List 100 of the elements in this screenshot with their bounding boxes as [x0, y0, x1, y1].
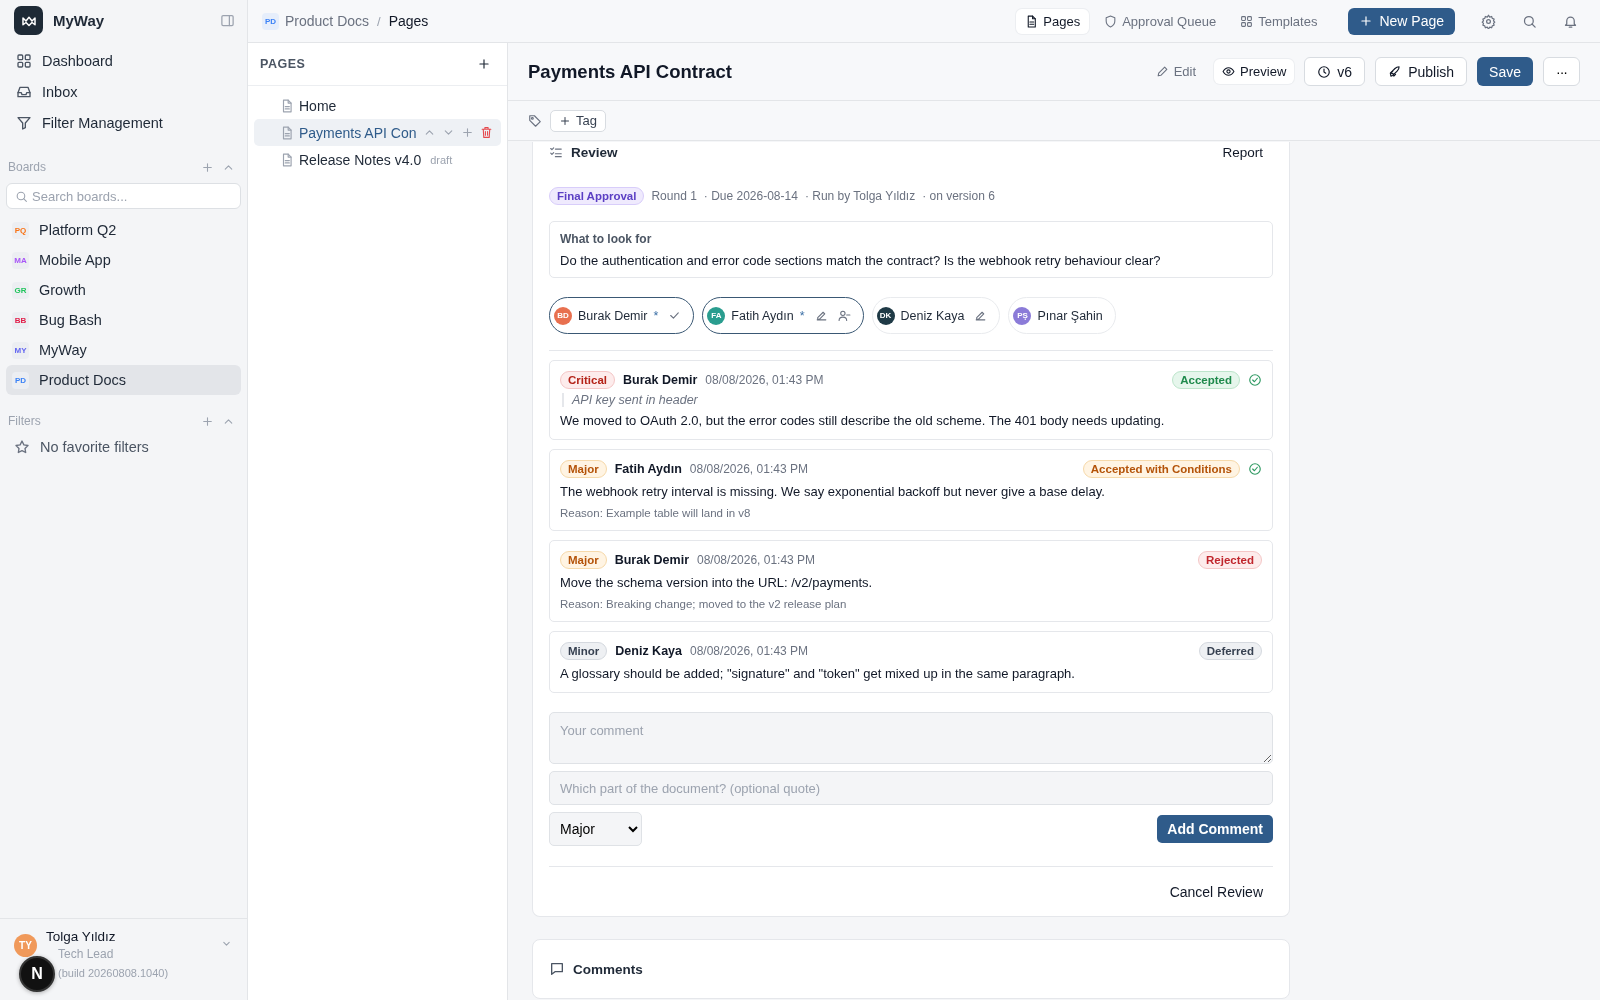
empty-filters-text: No favorite filters	[40, 439, 149, 455]
comment-author: Burak Demir	[614, 553, 689, 567]
page-title: Payments API Contract	[528, 60, 733, 83]
document-icon	[280, 152, 294, 167]
reviewer-avatar: FA	[707, 306, 726, 325]
document-icon	[280, 98, 294, 113]
page-item[interactable]: Release Notes v4.0 draft	[254, 146, 501, 173]
required-mark: *	[799, 308, 805, 323]
grid-icon	[1240, 14, 1254, 28]
page-item[interactable]: Home	[254, 92, 501, 119]
add-tag-button[interactable]: Tag	[550, 109, 606, 132]
eye-icon	[1222, 65, 1236, 78]
board-badge: MY	[12, 341, 29, 359]
comment-author: Burak Demir	[623, 373, 698, 387]
comment-text: We moved to OAuth 2.0, but the error codes still describe the old scheme. The 401 body needs updating.	[560, 413, 1166, 428]
breadcrumb-link[interactable]: Product Docs	[285, 13, 370, 29]
board-badge: PQ	[12, 221, 29, 239]
nav-tab[interactable]: Templates	[1231, 8, 1327, 34]
status-badge: Rejected	[1198, 551, 1262, 569]
document-icon	[1025, 14, 1039, 28]
plus-icon	[559, 114, 571, 127]
reviewer-avatar: BD	[554, 306, 572, 325]
page-item[interactable]: Payments API Con	[254, 119, 501, 146]
severity-badge: Critical	[560, 371, 615, 389]
trash-icon[interactable]	[480, 126, 493, 139]
section-title: Review	[571, 144, 619, 160]
draft-label: draft	[430, 153, 454, 166]
remove-user-icon[interactable]	[837, 309, 851, 322]
guidance-text: Do the authentication and error code sections match the contract? Is the webhook retry behaviour clear?	[560, 253, 1162, 268]
tag-icon	[528, 113, 542, 128]
comment-author: Deniz Kaya	[615, 644, 682, 658]
board-item[interactable]: MA Mobile App	[6, 245, 241, 275]
add-comment-button[interactable]: Add Comment	[1157, 815, 1273, 843]
breadcrumb-current: Pages	[388, 13, 429, 29]
board-item[interactable]: GR Growth	[6, 275, 241, 305]
board-item[interactable]: BB Bug Bash	[6, 305, 241, 335]
version-button[interactable]: v6	[1304, 57, 1366, 86]
reason-text: Reason: Breaking change; moved to the v2 release plan	[560, 598, 848, 610]
section-title: Comments	[573, 961, 643, 977]
status-badge: Deferred	[1198, 642, 1262, 660]
status-badge: Accepted with Conditions	[1082, 460, 1240, 478]
more-button[interactable]: ···	[1543, 57, 1580, 86]
shield-icon	[1104, 14, 1118, 28]
severity-select[interactable]: Major	[549, 812, 642, 846]
settings-icon[interactable]	[1481, 13, 1496, 29]
rocket-icon	[1388, 64, 1403, 79]
status-badge: Accepted	[1172, 371, 1240, 389]
reviewer-name: Burak Demir	[578, 308, 648, 323]
comment-field[interactable]: Your comment	[549, 712, 1273, 764]
nav-item[interactable]: Dashboard	[8, 46, 239, 75]
plus-icon[interactable]	[201, 160, 214, 174]
severity-badge: Minor	[560, 642, 608, 660]
plus-icon	[1359, 14, 1374, 28]
edit-icon[interactable]	[974, 309, 988, 322]
search-icon[interactable]	[1522, 13, 1537, 29]
comment-time: 08/08/2026, 01:43 PM	[697, 553, 817, 567]
mode-toggle[interactable]: Preview	[1214, 59, 1295, 84]
user-role: Tech Lead	[57, 947, 115, 961]
plus-icon[interactable]	[201, 414, 214, 428]
new-page-button[interactable]: New Page	[1348, 7, 1455, 35]
save-button[interactable]: Save	[1477, 57, 1533, 86]
grid-icon	[16, 52, 32, 69]
comment-text: Move the schema version into the URL: /v2/payments.	[560, 575, 874, 590]
mode-toggle[interactable]: Edit	[1147, 59, 1205, 84]
reviewer-avatar: DK	[876, 306, 895, 325]
severity-badge: Major	[560, 551, 607, 569]
comment-text: The webhook retry interval is missing. We say exponential backoff but never give a base delay.	[560, 484, 1106, 499]
quoted-text: API key sent in header	[562, 393, 1262, 407]
search-field[interactable]: Search boards...	[6, 183, 241, 209]
nav-tab[interactable]: Pages	[1016, 8, 1090, 34]
nav-item[interactable]: Filter Management	[8, 108, 239, 137]
review-meta: · on version 6	[922, 189, 995, 203]
plus-icon[interactable]	[477, 57, 491, 71]
comment-icon	[549, 961, 565, 977]
board-item[interactable]: MY MyWay	[6, 335, 241, 365]
star-icon	[14, 439, 30, 455]
edit-icon[interactable]	[814, 309, 828, 322]
reason-text: Reason: Example table will land in v8	[560, 507, 752, 519]
quote-field[interactable]: Which part of the document? (optional quote)	[549, 771, 1273, 805]
board-item[interactable]: PD Product Docs	[6, 365, 241, 395]
plus-icon[interactable]	[461, 126, 474, 139]
bell-icon[interactable]	[1563, 13, 1578, 29]
nav-item[interactable]: Inbox	[8, 77, 239, 106]
nav-tab[interactable]: Approval Queue	[1095, 8, 1226, 34]
review-meta: Round 1	[651, 189, 697, 203]
sidebar-toggle-icon[interactable]	[220, 13, 235, 28]
board-badge: GR	[12, 281, 29, 299]
comment-time: 08/08/2026, 01:43 PM	[689, 462, 809, 476]
publish-button[interactable]: Publish	[1375, 57, 1468, 86]
cancel-review-button[interactable]: Cancel Review	[1159, 884, 1273, 900]
clock-icon	[1317, 64, 1332, 79]
board-item[interactable]: PQ Platform Q2	[6, 215, 241, 245]
reviewer-name: Fatih Aydın	[731, 308, 794, 323]
reviewer-name: Deniz Kaya	[900, 308, 965, 323]
section-heading: Boards	[8, 160, 48, 174]
app-name: MyWay	[53, 12, 106, 29]
report-link[interactable]: Report	[1222, 144, 1263, 160]
board-badge: PD	[12, 371, 29, 389]
dev-tools-badge[interactable]: N	[19, 956, 55, 992]
board-badge: PD	[262, 12, 279, 30]
